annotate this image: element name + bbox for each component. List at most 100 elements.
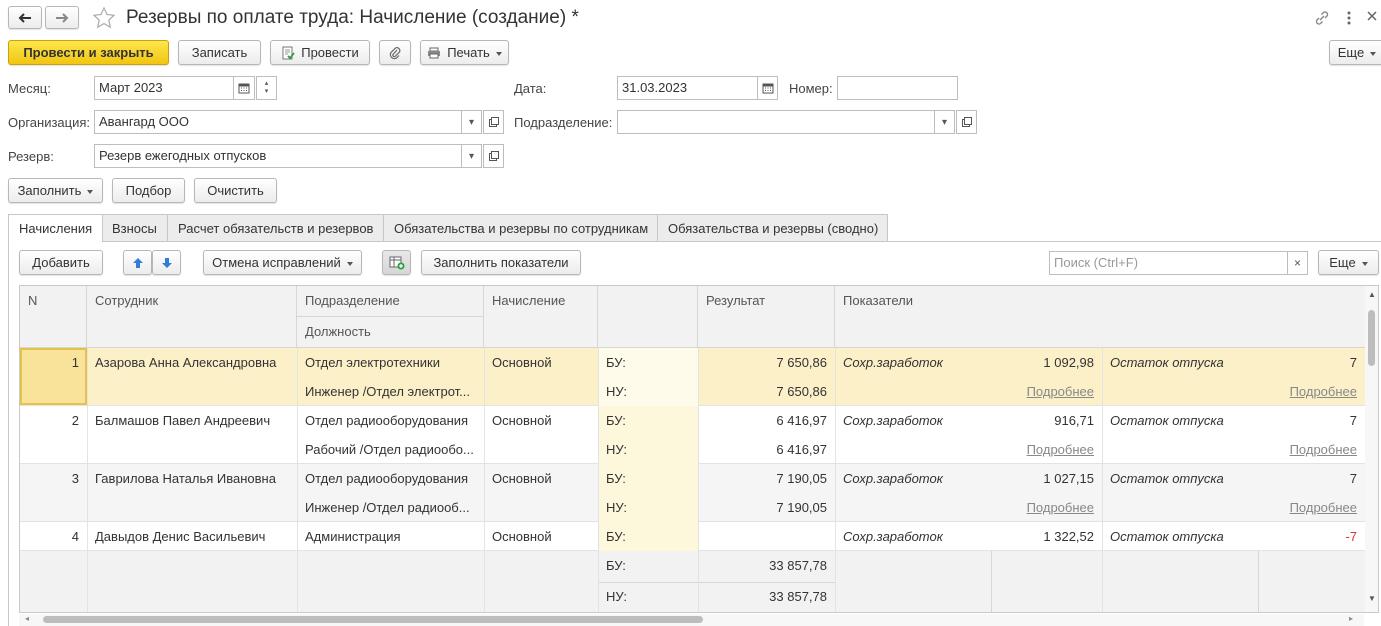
result-nu[interactable]: 6 416,97 <box>698 435 835 464</box>
back-button[interactable] <box>8 6 42 29</box>
indicator-2-details-link[interactable]: Подробнее <box>1258 493 1365 522</box>
department[interactable]: Отдел радиооборудования <box>297 464 484 493</box>
attach-button[interactable] <box>379 40 411 65</box>
department[interactable]: Администрация <box>297 522 484 551</box>
accrual-type[interactable]: Основной <box>484 522 598 551</box>
post-and-close-button[interactable]: Провести и закрыть <box>8 40 169 65</box>
result-bu[interactable]: 7 650,86 <box>698 348 835 377</box>
column-header-accrual[interactable]: Начисление <box>484 286 598 348</box>
department[interactable]: Отдел радиооборудования <box>297 406 484 435</box>
employee-name[interactable]: Азарова Анна Александровна <box>87 348 297 377</box>
employee-name[interactable]: Балмашов Павел Андреевич <box>87 406 297 435</box>
scroll-left-icon[interactable]: ◂ <box>25 614 29 623</box>
department[interactable]: Отдел электротехники <box>297 348 484 377</box>
result-nu[interactable]: 7 190,05 <box>698 493 835 522</box>
fill-button[interactable]: Заполнить <box>8 178 103 203</box>
vertical-scrollbar[interactable]: ▲ ▼ <box>1365 286 1378 612</box>
search-input[interactable]: Поиск (Ctrl+F) <box>1049 251 1288 275</box>
organization-field[interactable]: Авангард ООО <box>94 110 462 134</box>
organization-open-button[interactable] <box>483 110 504 134</box>
indicator-2-details-link[interactable]: Подробнее <box>1258 435 1365 464</box>
tab-obligations-by-employee[interactable]: Обязательства и резервы по сотрудникам <box>383 214 660 241</box>
fill-indicators-button[interactable]: Заполнить показатели <box>421 250 581 275</box>
indicator-1-value[interactable]: 1 322,52 <box>991 522 1102 551</box>
accrual-type[interactable]: Основной <box>484 348 598 377</box>
horizontal-scroll-thumb[interactable] <box>43 616 703 623</box>
add-button[interactable]: Добавить <box>19 250 103 275</box>
column-header-result[interactable]: Результат <box>698 286 835 348</box>
column-header-position[interactable]: Должность <box>297 317 484 348</box>
column-header-indicators[interactable]: Показатели <box>835 286 1365 348</box>
indicator-1-value[interactable]: 916,71 <box>991 406 1102 435</box>
accrual-type[interactable]: Основной <box>484 406 598 435</box>
cancel-corrections-button[interactable]: Отмена исправлений <box>203 250 362 275</box>
reserve-open-button[interactable] <box>483 144 504 168</box>
month-calendar-button[interactable] <box>233 76 255 100</box>
indicator-2-value[interactable]: 7 <box>1258 348 1365 377</box>
department-dropdown-button[interactable]: ▾ <box>934 110 955 134</box>
indicator-1-details-link[interactable]: Подробнее <box>991 493 1102 522</box>
search-clear-button[interactable]: × <box>1287 251 1308 275</box>
employee-name[interactable]: Давыдов Денис Васильевич <box>87 522 297 551</box>
indicator-2-value[interactable]: 7 <box>1258 464 1365 493</box>
result-bu[interactable]: 6 416,97 <box>698 406 835 435</box>
indicator-1-details-link[interactable]: Подробнее <box>991 377 1102 406</box>
number-field[interactable] <box>837 76 958 100</box>
tab-accruals[interactable]: Начисления <box>8 214 104 242</box>
star-icon[interactable] <box>92 6 116 30</box>
vertical-scroll-thumb[interactable] <box>1368 310 1375 366</box>
tab-obligations-summary[interactable]: Обязательства и резервы (сводно) <box>657 214 888 241</box>
clear-button[interactable]: Очистить <box>194 178 277 203</box>
employee-name[interactable]: Гаврилова Наталья Ивановна <box>87 464 297 493</box>
column-header-type[interactable] <box>598 286 698 348</box>
more-button[interactable]: Еще <box>1329 40 1381 65</box>
print-button[interactable]: Печать <box>420 40 509 65</box>
scroll-down-icon[interactable]: ▼ <box>1368 594 1376 603</box>
indicator-1-details-link[interactable]: Подробнее <box>991 435 1102 464</box>
month-field[interactable]: Март 2023 <box>94 76 234 100</box>
result-nu[interactable]: 7 650,86 <box>698 377 835 406</box>
indicator-1-value[interactable]: 1 092,98 <box>991 348 1102 377</box>
accrual-type[interactable]: Основной <box>484 464 598 493</box>
horizontal-scrollbar[interactable]: ◂ ▸ <box>19 614 1364 626</box>
result-bu[interactable] <box>698 522 835 536</box>
reserve-field[interactable]: Резерв ежегодных отпусков <box>94 144 462 168</box>
date-calendar-button[interactable] <box>757 76 778 100</box>
select-button[interactable]: Подбор <box>112 178 185 203</box>
result-bu[interactable]: 7 190,05 <box>698 464 835 493</box>
close-icon[interactable] <box>1366 10 1378 22</box>
spin-up-icon[interactable]: ▴ <box>265 80 269 88</box>
month-spinner[interactable]: ▴ ▾ <box>256 76 277 100</box>
column-header-n[interactable]: N <box>20 286 87 348</box>
indicator-2-value[interactable]: -7 <box>1258 522 1365 551</box>
scroll-up-icon[interactable]: ▲ <box>1368 290 1376 299</box>
forward-button[interactable] <box>45 6 79 29</box>
accruals-table[interactable]: N Сотрудник Подразделение Должность Начи… <box>19 285 1379 613</box>
column-header-department[interactable]: Подразделение <box>297 286 484 317</box>
post-button[interactable]: Провести <box>270 40 370 65</box>
indicator-2-details-link[interactable]: Подробнее <box>1258 377 1365 406</box>
position[interactable]: Рабочий /Отдел радиообо... <box>297 435 484 464</box>
table-settings-button[interactable] <box>382 250 411 275</box>
date-field[interactable]: 31.03.2023 <box>617 76 758 100</box>
link-icon[interactable] <box>1314 10 1330 26</box>
more-vertical-icon[interactable] <box>1346 10 1352 26</box>
save-button[interactable]: Записать <box>178 40 261 65</box>
tab-obligations-calc[interactable]: Расчет обязательств и резервов <box>167 214 385 241</box>
department-open-button[interactable] <box>956 110 977 134</box>
scroll-right-icon[interactable]: ▸ <box>1349 614 1353 623</box>
table-more-button[interactable]: Еще <box>1318 250 1379 275</box>
reserve-dropdown-button[interactable]: ▾ <box>461 144 482 168</box>
move-up-button[interactable] <box>123 250 152 275</box>
indicator-2-value[interactable]: 7 <box>1258 406 1365 435</box>
department-field[interactable] <box>617 110 935 134</box>
tab-contributions[interactable]: Взносы <box>101 214 168 241</box>
indicator-1-value[interactable]: 1 027,15 <box>991 464 1102 493</box>
paperclip-icon <box>389 46 401 60</box>
column-header-employee[interactable]: Сотрудник <box>87 286 297 348</box>
spin-down-icon[interactable]: ▾ <box>265 88 269 96</box>
organization-dropdown-button[interactable]: ▾ <box>461 110 482 134</box>
move-down-button[interactable] <box>152 250 181 275</box>
position[interactable]: Инженер /Отдел электрот... <box>297 377 484 406</box>
position[interactable]: Инженер /Отдел радиооб... <box>297 493 484 522</box>
